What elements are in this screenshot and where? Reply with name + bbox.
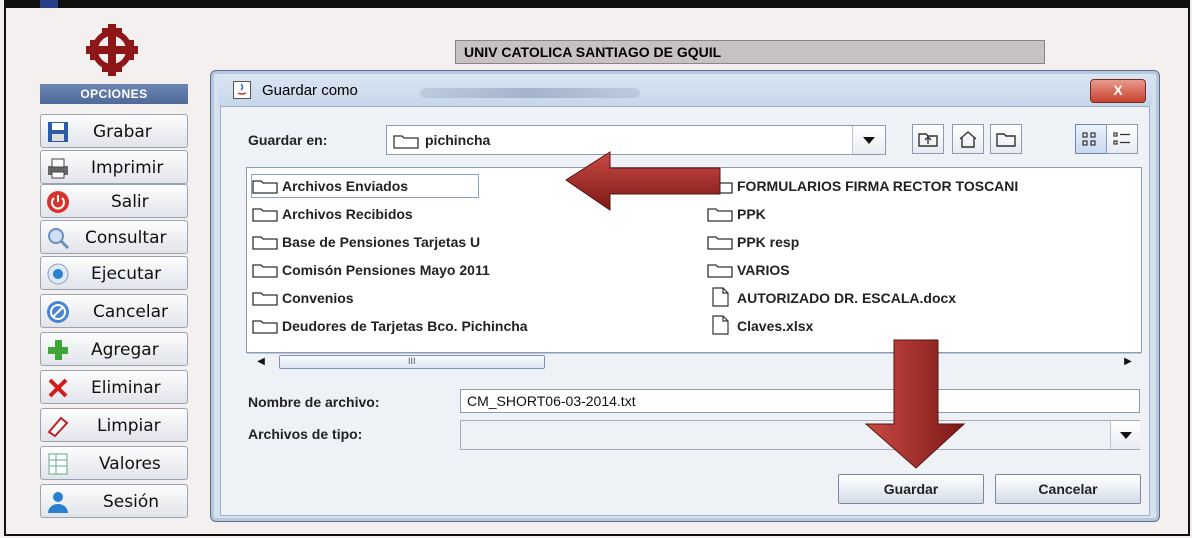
eraser-icon [45, 413, 71, 439]
home-icon [959, 131, 977, 148]
side-button-label: Agregar [91, 340, 159, 360]
file-item-label: Claves.xlsx [737, 318, 814, 334]
file-name-input[interactable]: CM_SHORT06-03-2014.txt [460, 389, 1140, 413]
side-button-cancelar[interactable]: Cancelar [40, 294, 188, 328]
side-button-label: Grabar [93, 122, 152, 142]
folder-icon [252, 234, 278, 250]
save-in-value: pichincha [425, 132, 491, 148]
details-view-icon [1113, 132, 1130, 145]
user-icon [45, 489, 71, 515]
printer-icon [45, 155, 71, 181]
folder-icon [252, 262, 278, 278]
new-folder-button[interactable] [990, 124, 1022, 154]
side-button-imprimir[interactable]: Imprimir [40, 150, 188, 184]
folder-item[interactable]: Archivos Enviados [251, 174, 479, 198]
up-one-level-button[interactable] [912, 124, 944, 154]
save-in-label: Guardar en: [248, 132, 328, 148]
chevron-down-icon[interactable] [852, 126, 885, 154]
side-button-label: Limpiar [97, 416, 161, 436]
file-name-label-text: Nombre de archivo: [248, 394, 380, 410]
side-button-grabar[interactable]: Grabar [40, 114, 188, 148]
file-type-combo[interactable] [460, 420, 1140, 450]
side-button-eliminar[interactable]: Eliminar [40, 370, 188, 404]
plus-icon [45, 337, 71, 363]
side-button-salir[interactable]: Salir [40, 184, 188, 218]
magnifier-icon [45, 225, 71, 251]
folder-icon [252, 318, 278, 334]
scroll-right-icon[interactable]: ▶ [1120, 355, 1136, 369]
folder-icon [393, 135, 419, 149]
chevron-down-icon[interactable] [1110, 421, 1140, 449]
blurred-background-title [420, 88, 640, 98]
side-button-label: Salir [111, 192, 149, 212]
folder-item-label: PPK [737, 206, 766, 222]
folder-icon [252, 206, 278, 222]
scroll-grip-label: III [408, 356, 416, 366]
list-view-button[interactable] [1075, 124, 1107, 154]
cancel-icon [45, 299, 71, 325]
document-icon [707, 315, 733, 335]
execute-icon [45, 261, 71, 287]
home-button[interactable] [952, 124, 984, 154]
folder-item-label: Archivos Recibidos [282, 206, 413, 222]
side-button-label: Valores [99, 454, 161, 474]
folder-item-label: Base de Pensiones Tarjetas U [282, 234, 481, 250]
folder-item-label: FORMULARIOS FIRMA RECTOR TOSCANI [737, 178, 1019, 194]
folder-item-label: Archivos Enviados [282, 178, 409, 194]
java-app-icon [233, 81, 251, 99]
folder-item-label: PPK resp [737, 234, 800, 250]
side-button-label: Ejecutar [91, 264, 162, 284]
document-icon [707, 287, 733, 307]
dialog-title-bar[interactable] [218, 74, 1152, 106]
table-icon [45, 451, 71, 477]
dialog-title: Guardar como [262, 82, 358, 99]
side-button-label: Eliminar [91, 378, 161, 398]
power-icon [45, 189, 71, 215]
file-type-label: Archivos de tipo: [248, 426, 363, 442]
side-button-label: Consultar [85, 228, 167, 248]
folder-icon [252, 178, 278, 194]
side-button-limpiar[interactable]: Limpiar [40, 408, 188, 442]
file-name-label: Nombre de archivo: [248, 394, 379, 410]
folder-item-label: Deudores de Tarjetas Bco. Pichincha [282, 318, 528, 334]
app-corner-icon [40, 0, 58, 8]
university-logo-icon [86, 24, 138, 76]
side-button-label: Sesión [103, 492, 160, 512]
up-folder-icon [918, 133, 938, 147]
side-button-ejecutar[interactable]: Ejecutar [40, 256, 188, 290]
folder-item-label: Convenios [282, 290, 354, 306]
side-button-label: Cancelar [93, 302, 168, 322]
side-button-label: Imprimir [91, 158, 164, 178]
folder-icon [707, 262, 733, 278]
side-button-sesion[interactable]: Sesión [40, 484, 188, 518]
close-button[interactable]: X [1090, 79, 1146, 103]
floppy-disk-icon [45, 119, 71, 145]
cancel-button[interactable]: Cancelar [995, 474, 1141, 504]
list-view-icon [1082, 132, 1096, 146]
folder-item-label: Comisón Pensiones Mayo 2011 [282, 262, 490, 278]
x-icon [45, 375, 71, 401]
left-arrow-annotation [565, 151, 721, 211]
file-item-label: AUTORIZADO DR. ESCALA.docx [737, 290, 957, 306]
side-button-consultar[interactable]: Consultar [40, 220, 188, 254]
folder-icon [252, 290, 278, 306]
side-button-agregar[interactable]: Agregar [40, 332, 188, 366]
folder-item-label: VARIOS [737, 262, 790, 278]
options-header: OPCIONES [40, 84, 188, 104]
side-button-valores[interactable]: Valores [40, 446, 188, 480]
save-button[interactable]: Guardar [838, 474, 984, 504]
details-view-button[interactable] [1106, 124, 1138, 154]
new-folder-icon [996, 133, 1016, 147]
scrollbar-thumb[interactable]: III [279, 355, 545, 369]
down-arrow-annotation [864, 339, 966, 469]
folder-icon [707, 234, 733, 250]
institution-title-bar: UNIV CATOLICA SANTIAGO DE GQUIL [455, 40, 1045, 64]
scroll-left-icon[interactable]: ◀ [253, 355, 269, 369]
